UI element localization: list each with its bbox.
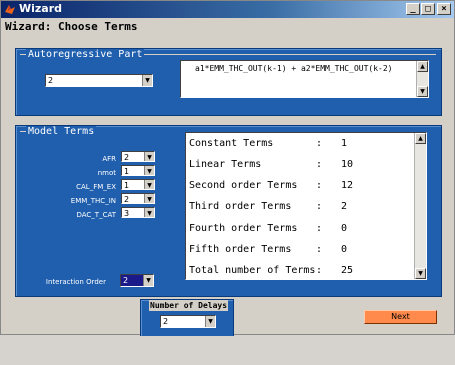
- next-button[interactable]: Next: [364, 310, 437, 324]
- chevron-down-icon: ▼: [142, 75, 152, 86]
- autoregressive-panel-title: Autoregressive Part: [26, 49, 145, 60]
- page-heading: Wizard: Choose Terms: [5, 20, 138, 33]
- close-button[interactable]: ×: [437, 3, 451, 15]
- minimize-button[interactable]: _: [406, 3, 420, 15]
- input-order-afr[interactable]: 2 ▼: [121, 151, 155, 162]
- input-order-dac-t-cat[interactable]: 3 ▼: [121, 207, 155, 218]
- input-order-emm-thc-in[interactable]: 2 ▼: [121, 193, 155, 204]
- autoregressive-order-select[interactable]: 2 ▼: [45, 74, 153, 87]
- select-value: 2: [124, 195, 130, 204]
- terms-listbox[interactable]: Constant Terms : 1 Linear Terms : 10 Sec…: [185, 132, 427, 280]
- equation-display[interactable]: a1*EMM_THC_OUT(k-1) + a2*EMM_THC_OUT(k-2…: [180, 60, 429, 98]
- delays-panel-title: Number of Delays: [149, 300, 229, 311]
- list-item: Total number of Terms : 25: [189, 265, 354, 276]
- scroll-up-icon[interactable]: ▲: [417, 61, 428, 72]
- maximize-button[interactable]: □: [421, 3, 435, 15]
- title-bar[interactable]: Wizard _ □ ×: [1, 1, 454, 18]
- input-order-cal-fm-ex[interactable]: 1 ▼: [121, 179, 155, 190]
- chevron-down-icon: ▼: [143, 275, 153, 286]
- window-title: Wizard: [19, 2, 63, 15]
- input-label-dac-t-cat: DAC_T_CAT: [76, 211, 116, 219]
- wizard-window: Wizard _ □ × Wizard: Choose Terms Autore…: [0, 0, 455, 336]
- list-item: Second order Terms : 12: [189, 180, 354, 191]
- interaction-order-label: Interaction Order: [45, 278, 106, 286]
- chevron-down-icon: ▼: [144, 208, 154, 217]
- scroll-down-icon[interactable]: ▼: [415, 268, 426, 279]
- list-item: Fourth order Terms : 0: [189, 223, 348, 234]
- select-value: 3: [124, 209, 130, 218]
- model-terms-panel-title: Model Terms: [26, 126, 97, 137]
- input-label-emm-thc-in: EMM_THC_IN: [70, 197, 116, 205]
- model-terms-panel: Model Terms AFR 2 ▼ nmot 1 ▼ CAL_FM_EX 1…: [15, 125, 442, 297]
- select-value: 2: [123, 276, 129, 285]
- list-item: Third order Terms : 2: [189, 201, 348, 212]
- scroll-down-icon[interactable]: ▼: [417, 86, 428, 97]
- chevron-down-icon: ▼: [144, 194, 154, 203]
- input-order-nmot[interactable]: 1 ▼: [121, 165, 155, 176]
- select-value: 2: [124, 153, 130, 162]
- list-item: Linear Terms : 10: [189, 159, 354, 170]
- number-of-delays-select[interactable]: 2 ▼: [160, 315, 216, 328]
- terms-scrollbar[interactable]: ▲ ▼: [414, 133, 426, 279]
- interaction-order-select[interactable]: 2 ▼: [120, 274, 154, 287]
- chevron-down-icon: ▼: [144, 152, 154, 161]
- equation-text: a1*EMM_THC_OUT(k-1) + a2*EMM_THC_OUT(k-2…: [195, 64, 393, 73]
- list-item: Constant Terms : 1: [189, 138, 348, 149]
- select-value: 1: [124, 181, 130, 190]
- select-value: 2: [163, 317, 169, 326]
- list-item: Fifth order Terms : 0: [189, 244, 348, 255]
- chevron-down-icon: ▼: [144, 180, 154, 189]
- scroll-up-icon[interactable]: ▲: [415, 133, 426, 144]
- input-label-afr: AFR: [102, 155, 116, 163]
- equation-scrollbar[interactable]: ▲ ▼: [416, 61, 428, 97]
- autoregressive-panel: Autoregressive Part 2 ▼ a1*EMM_THC_OUT(k…: [15, 48, 442, 116]
- chevron-down-icon: ▼: [205, 316, 215, 327]
- delays-panel: Number of Delays 2 ▼: [140, 299, 234, 336]
- select-value: 1: [124, 167, 130, 176]
- select-value: 2: [48, 76, 54, 85]
- input-label-nmot: nmot: [97, 169, 116, 177]
- matlab-logo-icon: [5, 5, 15, 14]
- input-label-cal-fm-ex: CAL_FM_EX: [76, 183, 116, 191]
- chevron-down-icon: ▼: [144, 166, 154, 175]
- panel-border: [144, 54, 436, 55]
